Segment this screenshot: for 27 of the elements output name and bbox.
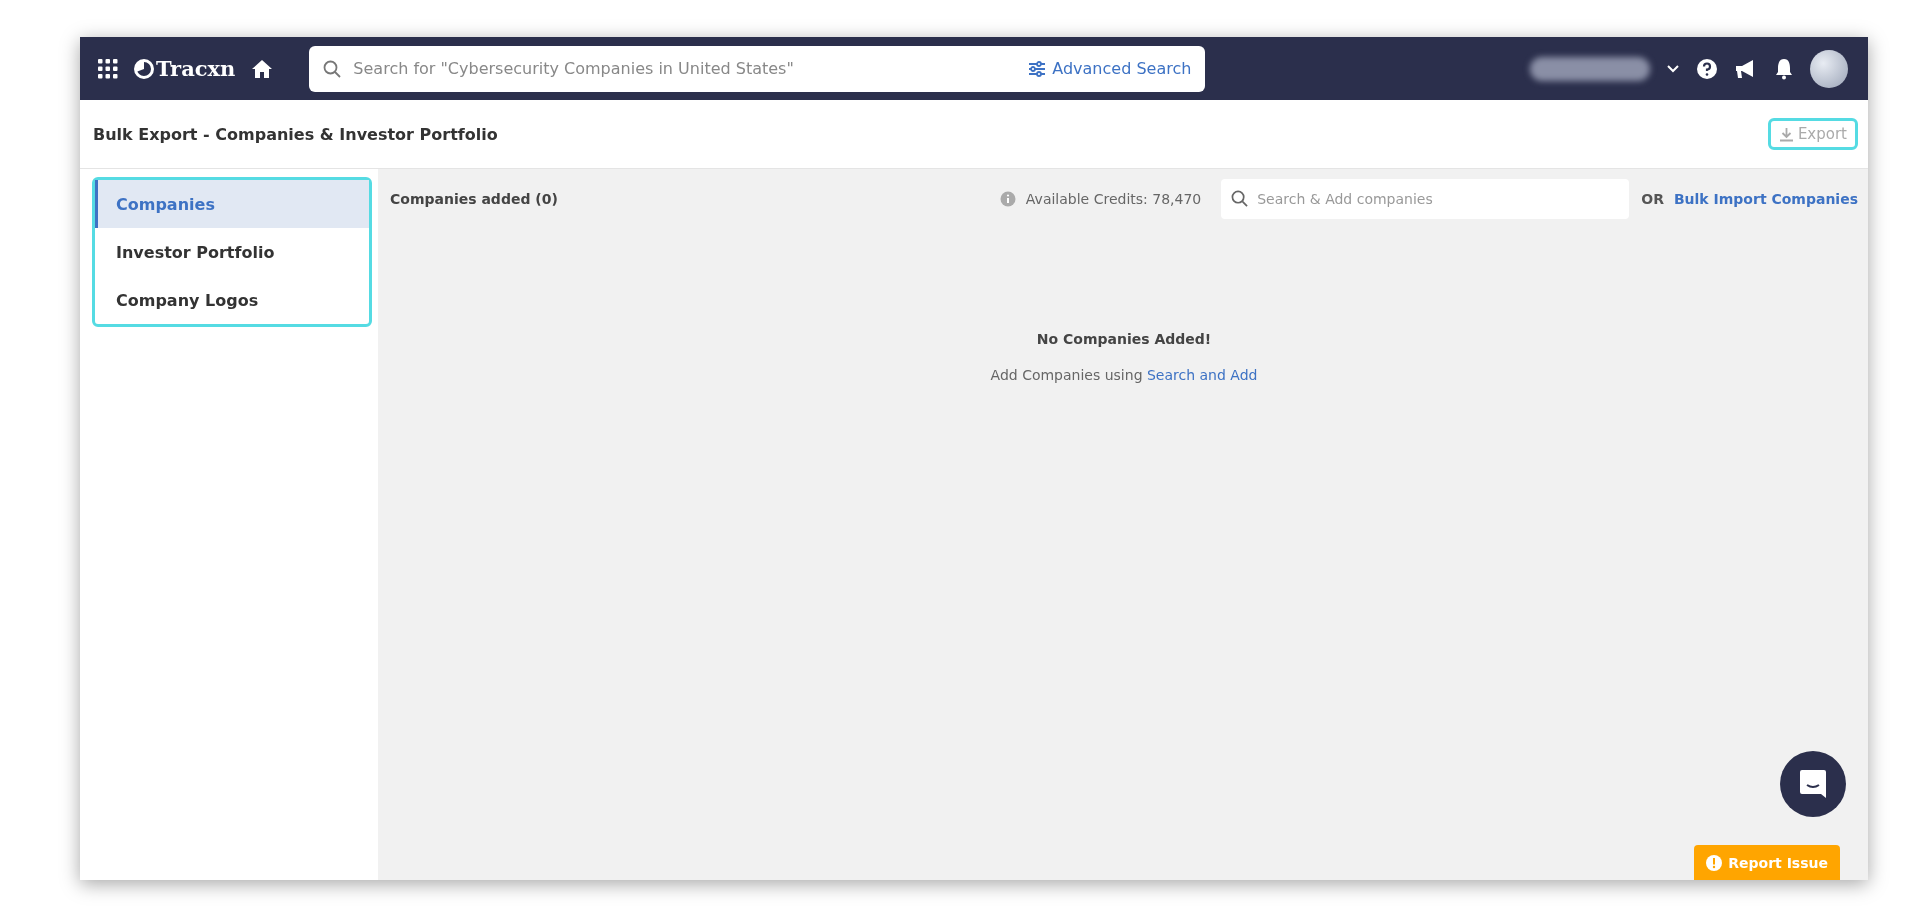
search-field[interactable]: Search for "Cybersecurity Companies in United States" Advanced Search — [309, 45, 1206, 92]
chat-bubble-icon — [1799, 769, 1827, 799]
empty-state-text: Add Companies using Search and Add — [990, 367, 1258, 383]
or-label: OR — [1641, 191, 1664, 207]
page-title: Bulk Export - Companies & Investor Portfolio — [93, 124, 498, 144]
available-credits: Available Credits: 78,470 — [1025, 191, 1202, 207]
sliders-icon — [1028, 60, 1047, 77]
advanced-search-button[interactable]: Advanced Search — [1028, 59, 1192, 78]
blurred-username[interactable] — [1530, 56, 1650, 81]
alert-icon — [1706, 854, 1723, 871]
apps-grid-icon[interactable] — [98, 58, 118, 79]
download-icon — [1778, 126, 1794, 142]
bell-icon[interactable] — [1774, 57, 1794, 80]
home-icon[interactable] — [251, 58, 274, 79]
chevron-down-icon[interactable] — [1666, 63, 1680, 74]
user-avatar[interactable] — [1810, 49, 1848, 88]
sidebar-item[interactable]: Investor Portfolio — [95, 228, 369, 276]
search-and-add-link[interactable]: Search and Add — [1146, 367, 1258, 383]
help-icon[interactable] — [1696, 57, 1718, 80]
search-icon — [323, 59, 342, 78]
sidebar-item[interactable]: Companies — [95, 180, 369, 228]
companies-added-count: Companies added (0) — [390, 191, 558, 207]
add-companies-search-field[interactable]: Search & Add companies — [1221, 179, 1630, 219]
empty-state-title: No Companies Added! — [1036, 331, 1212, 347]
bulk-import-link[interactable]: Bulk Import Companies — [1673, 191, 1858, 207]
sidebar-item[interactable]: Company Logos — [95, 276, 369, 324]
logo[interactable]: Tracxn — [134, 56, 236, 81]
